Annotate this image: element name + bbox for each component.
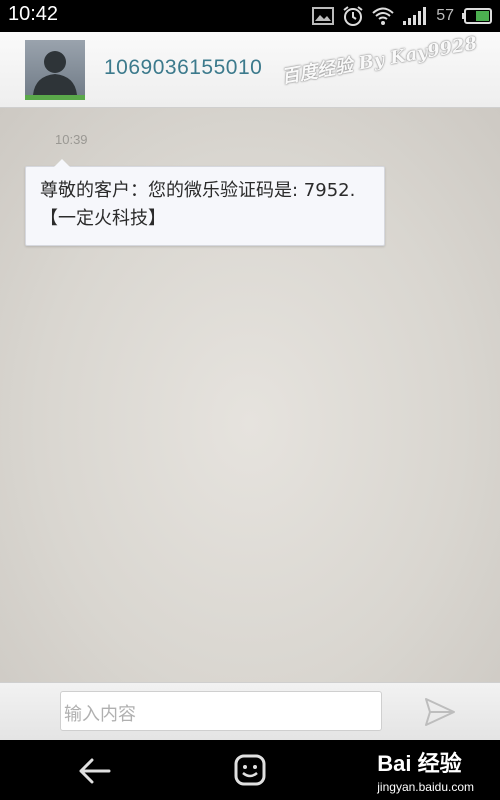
contact-avatar[interactable]: [25, 40, 85, 100]
menu-button[interactable]: [234, 754, 266, 786]
message-text: 尊敬的客户：您的微乐验证码是: 7952.【一定火科技】: [40, 180, 356, 229]
brand-logo: Bai 经验: [377, 751, 462, 776]
message-list[interactable]: 10:39 尊敬的客户：您的微乐验证码是: 7952.【一定火科技】: [0, 108, 500, 682]
avatar-status-bar: [25, 95, 85, 100]
brand-url: jingyan.baidu.com: [377, 780, 474, 794]
smiley-menu-icon: [234, 754, 266, 786]
message-bubble[interactable]: 尊敬的客户：您的微乐验证码是: 7952.【一定火科技】: [25, 159, 385, 246]
message-input[interactable]: 输入内容: [60, 691, 382, 731]
compose-bar: 输入内容: [0, 682, 500, 741]
watermark-text: 百度经验 By Kay9928: [279, 32, 479, 89]
send-button[interactable]: [420, 693, 460, 731]
back-arrow-icon: [79, 758, 111, 784]
conversation-header: 1069036155010 百度经验 By Kay9928: [0, 32, 500, 108]
status-time: 10:42: [8, 3, 59, 25]
battery-icon: [462, 8, 492, 24]
battery-percent: 57: [436, 7, 454, 24]
contact-number: 1069036155010: [104, 56, 263, 79]
send-icon: [425, 698, 455, 726]
status-bar: 10:42 57: [0, 0, 500, 32]
back-button[interactable]: [78, 756, 112, 786]
wifi-icon: [372, 6, 394, 26]
navigation-bar: Bai 经验 jingyan.baidu.com: [0, 740, 500, 800]
image-icon: [312, 7, 335, 25]
status-icons: 57: [312, 4, 492, 28]
signal-icon: [402, 6, 428, 26]
default-contact-icon: [33, 51, 77, 95]
message-timestamp: 10:39: [55, 132, 88, 147]
message-input-placeholder: 输入内容: [64, 704, 136, 725]
baidu-jingyan-logo: Bai 经验 jingyan.baidu.com: [377, 746, 474, 794]
alarm-icon: [342, 5, 364, 27]
